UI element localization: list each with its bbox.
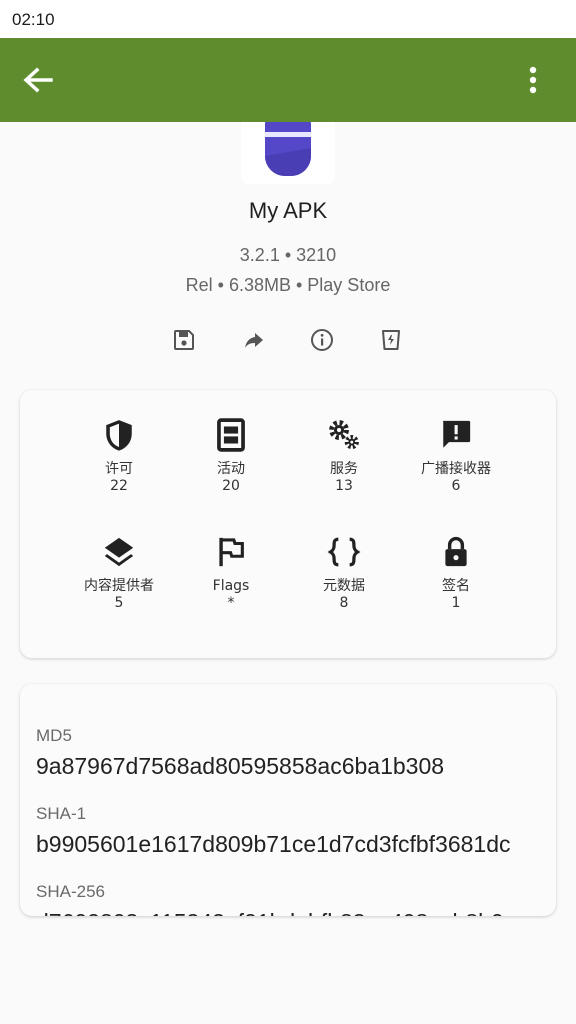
flag-icon [219,537,244,567]
back-button[interactable] [20,62,60,98]
permissions-label: 许可 [105,461,133,477]
status-bar: 02:10 [0,0,576,38]
lock-icon [445,536,467,567]
services-item[interactable]: 服务 13 [288,418,400,495]
arrow-left-icon [23,67,53,93]
permissions-count: 22 [110,478,128,494]
metadata-count: 8 [339,595,349,611]
app-name: My APK [248,198,328,223]
signatures-item[interactable]: 签名 1 [400,535,512,612]
sha256-label: SHA-256 [36,882,105,901]
info-button[interactable] [304,322,340,358]
share-icon [245,333,263,348]
receivers-label: 广播接收器 [421,461,491,477]
md5-value[interactable]: 9a87967d7568ad80595858ac6ba1b308 [36,753,546,780]
more-vert-icon [529,66,537,94]
components-card: 许可 22 活动 20 服务 13 广播接收器 6 内容提供者 5 Flags … [20,390,556,658]
action-bar [0,322,576,358]
md5-label: MD5 [36,726,72,745]
metadata-label: 元数据 [323,578,365,594]
layers-icon [104,537,134,567]
signatures-count: 1 [451,595,461,611]
save-button[interactable] [166,322,202,358]
services-label: 服务 [330,461,358,477]
share-button[interactable] [236,322,272,358]
checksums-card: MD5 9a87967d7568ad80595858ac6ba1b308 SHA… [20,684,556,916]
activities-count: 20 [222,478,240,494]
app-toolbar [0,38,576,122]
sha256-value[interactable]: d7602803c115343af21bdebfb83ce408ceb8b0c [36,909,546,916]
sha256-row[interactable]: SHA-256 d7602803c115343af21bdebfb83ce408… [36,882,546,916]
app-meta: Rel • 6.38MB • Play Store [185,275,391,295]
more-options-button[interactable] [516,60,556,100]
metadata-item[interactable]: 元数据 8 [288,535,400,612]
sha1-value[interactable]: b9905601e1617d809b71ce1d7cd3fcfbf3681dc [36,831,546,858]
providers-label: 内容提供者 [84,578,154,594]
gears-icon [329,420,359,450]
sha1-label: SHA-1 [36,804,87,823]
activities-label: 活动 [217,461,245,477]
app-version: 3.2.1 • 3210 [239,245,337,265]
feedback-icon [443,420,471,448]
uninstall-button[interactable] [373,322,409,358]
status-time: 02:10 [12,10,55,29]
permissions-item[interactable]: 许可 22 [63,418,175,495]
providers-item[interactable]: 内容提供者 5 [63,535,175,612]
braces-icon [327,537,361,567]
flags-label: Flags [212,578,250,594]
trash-icon [382,330,400,350]
signatures-label: 签名 [442,578,470,594]
providers-count: 5 [114,595,124,611]
services-count: 13 [335,478,353,494]
receivers-count: 6 [451,478,461,494]
save-icon [174,330,194,350]
info-icon [311,329,333,351]
flags-count: * [227,595,235,611]
flags-item[interactable]: Flags * [175,535,287,612]
activity-icon [217,418,245,452]
shield-icon [106,420,132,451]
activities-item[interactable]: 活动 20 [175,418,287,495]
sha1-row[interactable]: SHA-1 b9905601e1617d809b71ce1d7cd3fcfbf3… [36,804,546,858]
md5-row[interactable]: MD5 9a87967d7568ad80595858ac6ba1b308 [36,726,546,780]
receivers-item[interactable]: 广播接收器 6 [400,418,512,495]
